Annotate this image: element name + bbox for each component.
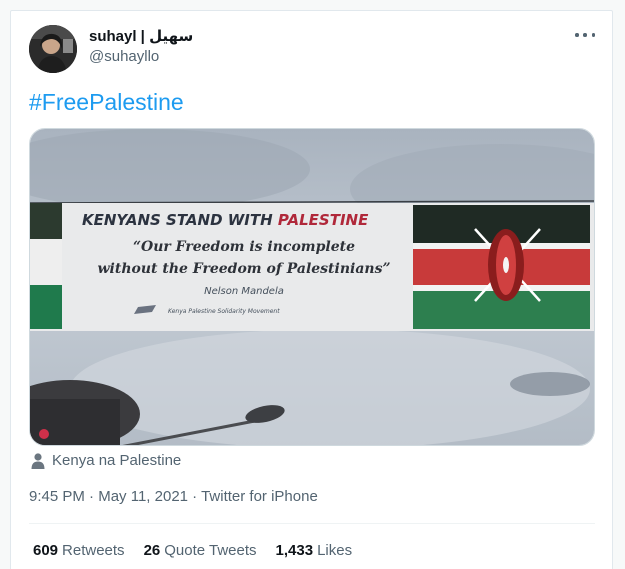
meta-separator: · bbox=[192, 488, 198, 505]
likes-stat[interactable]: 1,433 Likes bbox=[276, 542, 353, 559]
tweet-time[interactable]: 9:45 PM bbox=[29, 488, 85, 505]
retweets-count: 609 bbox=[33, 542, 59, 559]
meta-separator: · bbox=[89, 488, 95, 505]
display-name[interactable]: suhayl | سهيل bbox=[89, 27, 193, 45]
hashtag-link[interactable]: #FreePalestine bbox=[29, 89, 184, 116]
likes-label: Likes bbox=[317, 542, 353, 559]
banner-org: Kenya Palestine Solidarity Movement bbox=[168, 308, 280, 315]
engagement-stats: 609 Retweets 26 Quote Tweets 1,433 Likes bbox=[33, 542, 352, 559]
likes-count: 1,433 bbox=[275, 542, 314, 559]
tweet-photo[interactable]: KENYANS STAND WITH PALESTINE “Our Freedo… bbox=[29, 128, 595, 446]
tweet-metadata: 9:45 PM · May 11, 2021 · Twitter for iPh… bbox=[29, 488, 318, 505]
banner-quote-line1: “Our Freedom is incomplete bbox=[133, 239, 355, 255]
divider bbox=[29, 523, 595, 524]
banner-headline: KENYANS STAND WITH bbox=[82, 211, 278, 229]
banner-attribution: Nelson Mandela bbox=[204, 286, 284, 297]
location-label: Kenya na Palestine bbox=[52, 452, 182, 469]
tweet-location[interactable]: Kenya na Palestine bbox=[31, 452, 181, 469]
quote-tweets-stat[interactable]: 26 Quote Tweets bbox=[144, 542, 257, 559]
tweet-source[interactable]: Twitter for iPhone bbox=[201, 488, 318, 505]
banner-quote-line2: without the Freedom of Palestinians” bbox=[97, 261, 390, 277]
avatar[interactable] bbox=[29, 25, 77, 73]
tweet-date[interactable]: May 11, 2021 bbox=[98, 488, 188, 505]
retweets-stat[interactable]: 609 Retweets bbox=[33, 542, 125, 559]
quotes-count: 26 bbox=[143, 542, 161, 559]
quotes-label: Quote Tweets bbox=[164, 542, 257, 559]
person-icon bbox=[31, 452, 45, 469]
svg-text:KENYANS STAND WITH PALESTINE: KENYANS STAND WITH PALESTINE bbox=[82, 211, 369, 229]
user-handle[interactable]: @suhayllo bbox=[89, 48, 159, 65]
retweets-label: Retweets bbox=[62, 542, 125, 559]
banner-headline-accent: PALESTINE bbox=[278, 211, 369, 229]
more-horizontal-icon[interactable] bbox=[575, 28, 595, 42]
